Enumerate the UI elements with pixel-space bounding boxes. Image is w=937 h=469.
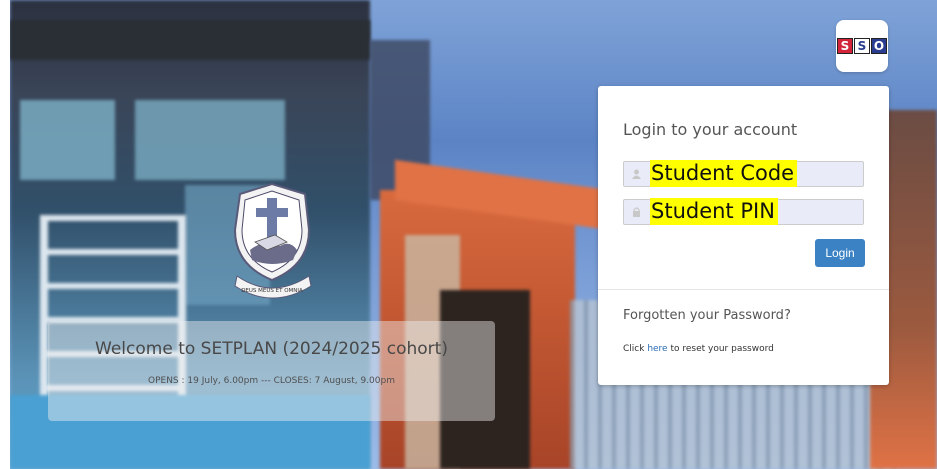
student-pin-field[interactable]: Student PIN (623, 198, 864, 225)
welcome-title: Welcome to SETPLAN (2024/2025 cohort) (95, 339, 448, 359)
logo-letter: O (871, 38, 887, 54)
login-panel: Login to your account Student Code Stude… (598, 86, 889, 385)
forgot-password-heading: Forgotten your Password? (623, 308, 791, 323)
crest-motto: DEUS MEUS ET OMNIA (241, 288, 303, 294)
user-icon (632, 169, 641, 179)
reset-password-text: Click here to reset your password (623, 344, 774, 354)
divider (598, 289, 889, 290)
login-button[interactable]: Login (815, 239, 865, 267)
window (20, 100, 115, 180)
welcome-panel: Welcome to SETPLAN (2024/2025 cohort) OP… (48, 321, 495, 421)
logo-letter: S (854, 38, 870, 54)
logo-letter: S (837, 38, 853, 54)
sso-logo: S S O (836, 20, 888, 72)
login-heading: Login to your account (623, 120, 798, 139)
window (135, 100, 285, 180)
school-crest-logo: DEUS MEUS ET OMNIA (225, 180, 320, 305)
reset-suffix: to reset your password (667, 344, 774, 354)
student-code-field[interactable]: Student Code (623, 160, 864, 187)
enrolment-dates: OPENS : 19 July, 6.00pm --- CLOSES: 7 Au… (148, 376, 395, 386)
reset-prefix: Click (623, 344, 648, 354)
reset-password-link[interactable]: here (647, 344, 667, 354)
lock-icon (633, 207, 640, 217)
student-code-highlight: Student Code (650, 160, 798, 187)
student-pin-highlight: Student PIN (650, 198, 778, 225)
building-roof (10, 20, 370, 60)
